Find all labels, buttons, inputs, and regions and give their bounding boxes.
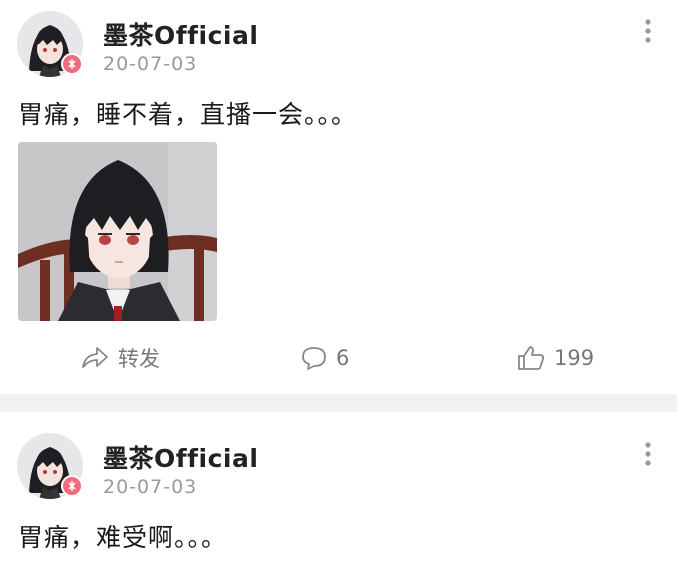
vertical-dots-icon[interactable] — [638, 16, 658, 46]
avatar[interactable] — [17, 11, 83, 77]
post-text: 胃痛，睡不着，直播一会。。。 — [18, 100, 358, 129]
username[interactable]: 墨茶Official — [103, 16, 258, 52]
username[interactable]: 墨茶Official — [103, 439, 258, 475]
comment-count: 6 — [336, 346, 350, 370]
avatar[interactable] — [17, 433, 83, 499]
like-button[interactable]: 199 — [516, 340, 594, 376]
post-divider — [0, 394, 677, 412]
post-image[interactable] — [18, 142, 217, 321]
thumbs-up-icon — [518, 346, 545, 370]
repost-button[interactable]: 转发 — [80, 340, 160, 376]
repost-label: 转发 — [118, 347, 160, 371]
weibo-post-1: 墨茶Official 20-07-03 胃痛，睡不着，直播一会。。。 转发 6 … — [0, 0, 677, 394]
avatar-badge-icon — [61, 53, 83, 75]
share-arrow-icon — [82, 347, 108, 368]
comment-button[interactable]: 6 — [300, 340, 349, 376]
post-text: 胃痛，难受啊。。。 — [18, 523, 228, 552]
weibo-post-2: 墨茶Official 20-07-03 胃痛，难受啊。。。 — [0, 412, 677, 561]
avatar-badge-icon — [61, 475, 83, 497]
like-count: 199 — [554, 346, 595, 370]
vertical-dots-icon[interactable] — [638, 439, 658, 469]
post-timestamp: 20-07-03 — [103, 53, 198, 75]
post-timestamp: 20-07-03 — [103, 476, 198, 498]
speech-bubble-icon — [302, 347, 326, 370]
post-image-illustration — [18, 142, 217, 321]
